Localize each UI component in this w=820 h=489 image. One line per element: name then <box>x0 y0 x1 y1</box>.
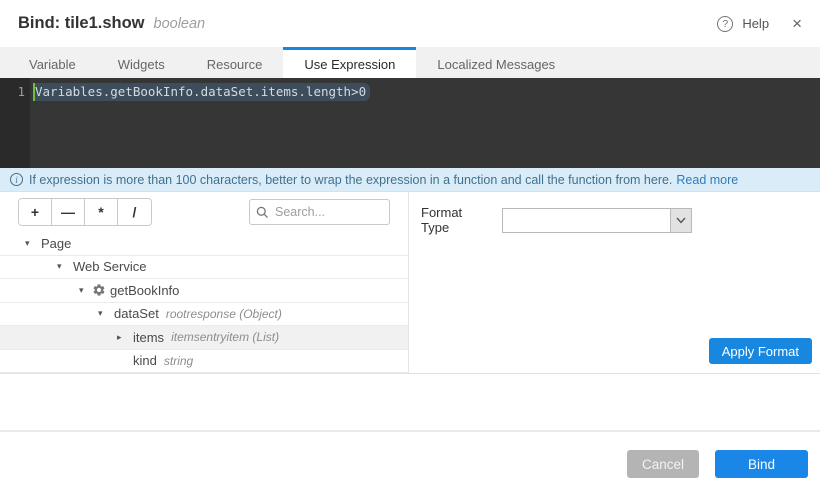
info-message: If expression is more than 100 character… <box>29 173 672 187</box>
tree-search-box[interactable] <box>249 199 390 225</box>
tab-resource[interactable]: Resource <box>186 47 284 78</box>
tree-node-label: Page <box>41 236 71 251</box>
chevron-right-icon[interactable]: ▸ <box>117 332 130 343</box>
select-chevron-box[interactable] <box>670 209 691 232</box>
tree-row-web-service[interactable]: ▾ Web Service <box>0 256 408 280</box>
tree-node-label: dataSet <box>114 306 159 321</box>
expression-text: Variables.getBookInfo.dataSet.items.leng… <box>35 83 370 101</box>
editor-code-area[interactable]: Variables.getBookInfo.dataSet.items.leng… <box>30 78 820 168</box>
multiply-operator-button[interactable]: * <box>85 199 118 225</box>
chevron-down-icon[interactable]: ▾ <box>25 238 38 249</box>
info-icon: i <box>10 173 23 186</box>
tab-variable[interactable]: Variable <box>8 47 97 78</box>
divide-operator-button[interactable]: / <box>118 199 151 225</box>
bind-dialog: Bind: tile1.show boolean ? Help × Variab… <box>0 0 820 489</box>
dialog-footer: Cancel Bind <box>0 430 820 489</box>
apply-format-button[interactable]: Apply Format <box>709 338 812 364</box>
dialog-header: Bind: tile1.show boolean ? Help × <box>0 0 820 47</box>
tree-row-dataset[interactable]: ▾ dataSet rootresponse (Object) <box>0 303 408 327</box>
read-more-link[interactable]: Read more <box>676 173 738 187</box>
header-actions: ? Help × <box>717 15 802 32</box>
tree-node-label: kind <box>133 353 157 368</box>
operator-button-group: + — * / <box>18 198 152 226</box>
variable-tree: ▾ Page ▾ Web Service ▾ getBookInfo ▾ dat… <box>0 232 408 373</box>
expression-toolbar: + — * / <box>0 192 408 232</box>
tree-row-kind[interactable]: kind string <box>0 350 408 374</box>
editor-gutter: 1 <box>0 78 30 168</box>
expression-editor[interactable]: 1 Variables.getBookInfo.dataSet.items.le… <box>0 78 820 168</box>
help-link[interactable]: Help <box>742 16 769 31</box>
variable-tree-panel: + — * / ▾ Page <box>0 192 409 373</box>
tree-row-page[interactable]: ▾ Page <box>0 232 408 256</box>
bound-type-label: boolean <box>154 16 206 32</box>
empty-area <box>0 374 820 430</box>
minus-operator-button[interactable]: — <box>52 199 85 225</box>
tree-row-items[interactable]: ▸ items itemsentryitem (List) <box>0 326 408 350</box>
cancel-button[interactable]: Cancel <box>627 450 699 478</box>
chevron-down-icon <box>676 217 686 224</box>
chevron-down-icon[interactable]: ▾ <box>57 261 70 272</box>
search-icon <box>256 206 269 219</box>
chevron-down-icon[interactable]: ▾ <box>98 308 111 319</box>
format-type-selected-value <box>503 209 670 232</box>
info-bar: i If expression is more than 100 charact… <box>0 168 820 192</box>
tree-node-type: rootresponse (Object) <box>166 307 282 321</box>
dialog-title: Bind: tile1.show <box>18 14 145 33</box>
format-type-row: Format Type <box>409 192 820 235</box>
close-icon[interactable]: × <box>792 15 802 32</box>
format-type-label: Format Type <box>421 205 491 235</box>
tree-node-type: itemsentryitem (List) <box>171 330 279 344</box>
tree-node-label: getBookInfo <box>110 283 179 298</box>
tree-node-type: string <box>164 354 193 368</box>
format-type-select[interactable] <box>502 208 692 233</box>
tab-widgets[interactable]: Widgets <box>97 47 186 78</box>
content-area: + — * / ▾ Page <box>0 192 820 374</box>
plus-operator-button[interactable]: + <box>19 199 52 225</box>
tree-node-label: items <box>133 330 164 345</box>
tree-node-label: Web Service <box>73 259 146 274</box>
tab-use-expression[interactable]: Use Expression <box>283 47 416 78</box>
chevron-down-icon[interactable]: ▾ <box>79 285 92 296</box>
service-gear-icon <box>92 283 106 297</box>
tree-row-getbookinfo[interactable]: ▾ getBookInfo <box>0 279 408 303</box>
bind-button[interactable]: Bind <box>715 450 808 478</box>
help-icon[interactable]: ? <box>717 16 733 32</box>
format-panel: Format Type Apply Format <box>409 192 820 373</box>
tab-bar: Variable Widgets Resource Use Expression… <box>0 47 820 78</box>
line-number: 1 <box>0 83 25 101</box>
tab-localized-messages[interactable]: Localized Messages <box>416 47 576 78</box>
search-input[interactable] <box>275 205 383 219</box>
code-line: Variables.getBookInfo.dataSet.items.leng… <box>33 83 820 101</box>
